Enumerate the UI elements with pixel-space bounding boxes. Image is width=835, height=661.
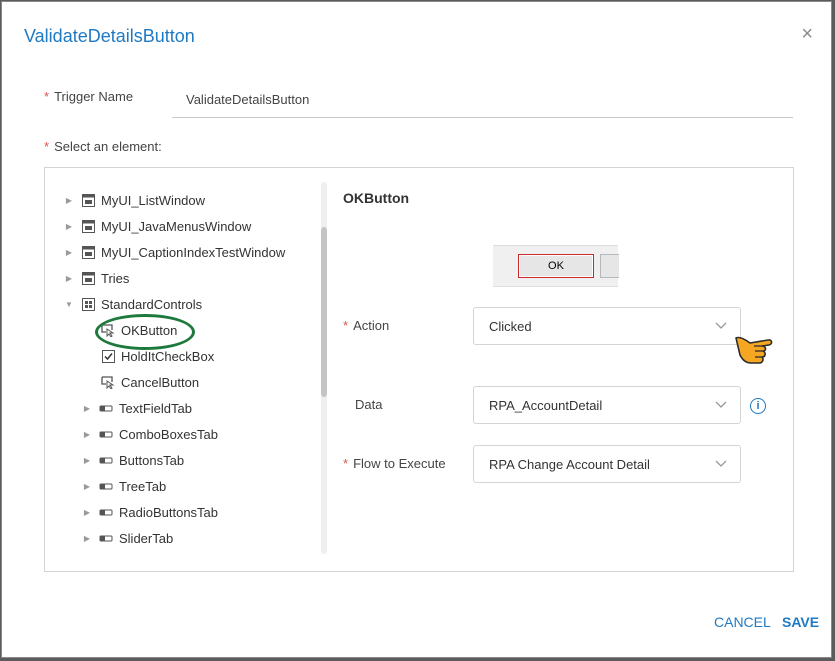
tree-item[interactable]: ▶ TreeTab — [81, 475, 166, 497]
tree-item[interactable]: ▶ MyUI_ListWindow — [63, 189, 205, 211]
tree-item-label: ComboBoxesTab — [119, 426, 218, 442]
element-panel: ▶ MyUI_ListWindow ▶ MyUI_JavaMenusWindow… — [44, 167, 794, 572]
tree-item-label: RadioButtonsTab — [119, 504, 219, 520]
action-label-text: Action — [353, 318, 390, 333]
tree-item-label: CancelButton — [121, 374, 200, 390]
tree-item[interactable]: ▶ MyUI_CaptionIndexTestWindow — [63, 241, 285, 263]
tab-icon — [99, 505, 113, 519]
cancel-button[interactable]: CANCEL — [714, 614, 771, 630]
tree-item-label: HoldItCheckBox — [121, 348, 215, 364]
select-element-label-text: Select an element: — [54, 139, 162, 154]
required-mark: * — [44, 89, 50, 104]
element-details-title: OKButton — [343, 190, 410, 206]
trigger-dialog: ValidateDetailsButton × * Trigger Name * S… — [1, 1, 832, 658]
chevron-down-icon — [714, 456, 728, 473]
tab-icon — [99, 479, 113, 493]
tree-item[interactable]: ▶ ComboBoxesTab — [81, 423, 218, 445]
checkbox-icon — [101, 349, 115, 363]
tree-item[interactable]: ▶ TextFieldTab — [81, 397, 192, 419]
tree-item-label: TextFieldTab — [119, 400, 192, 416]
chevron-right-icon[interactable]: ▶ — [81, 534, 93, 543]
trigger-name-input[interactable] — [172, 82, 793, 118]
tree-scrollbar[interactable] — [321, 182, 327, 554]
data-value: RPA_AccountDetail — [489, 397, 603, 413]
tab-icon — [99, 427, 113, 441]
data-label: Data — [355, 397, 383, 412]
tree-item-label: Tries — [101, 270, 130, 286]
select-element-label: * Select an element: — [44, 139, 162, 154]
flow-dropdown[interactable]: RPA Change Account Detail — [473, 445, 741, 483]
chevron-right-icon[interactable]: ▶ — [63, 196, 75, 205]
tree-item-label: ButtonsTab — [119, 452, 185, 468]
tab-icon — [99, 401, 113, 415]
tab-icon — [99, 453, 113, 467]
chevron-right-icon[interactable]: ▶ — [81, 456, 93, 465]
tree-item[interactable]: ▶ ButtonsTab — [81, 449, 184, 471]
chevron-right-icon[interactable]: ▶ — [81, 404, 93, 413]
close-icon[interactable]: × — [801, 24, 813, 44]
window-icon — [81, 219, 95, 233]
pointing-hand-icon — [734, 332, 778, 375]
tree-item-label: OKButton — [121, 322, 178, 338]
required-mark: * — [343, 318, 349, 333]
chevron-right-icon[interactable]: ▶ — [81, 508, 93, 517]
trigger-name-label: * Trigger Name — [44, 89, 133, 104]
tree-item-label: MyUI_CaptionIndexTestWindow — [101, 244, 286, 260]
dialog-title: ValidateDetailsButton — [24, 26, 195, 46]
scrollbar-thumb[interactable] — [321, 227, 327, 397]
chevron-right-icon[interactable]: ▶ — [63, 222, 75, 231]
action-label: * Action — [343, 318, 389, 333]
window-icon — [81, 193, 95, 207]
save-button[interactable]: SAVE — [782, 614, 819, 630]
tree-item[interactable]: ▶ SliderTab — [81, 527, 173, 549]
chevron-right-icon[interactable]: ▶ — [63, 248, 75, 257]
chevron-down-icon — [714, 397, 728, 414]
tree-item-selected[interactable]: OKButton — [95, 319, 177, 341]
tab-icon — [99, 531, 113, 545]
tree-item-label: SliderTab — [119, 530, 174, 546]
required-mark: * — [343, 456, 349, 471]
chevron-right-icon[interactable]: ▶ — [81, 482, 93, 491]
tree-item[interactable]: ▶ MyUI_JavaMenusWindow — [63, 215, 251, 237]
required-mark: * — [44, 139, 50, 154]
chevron-down-icon — [714, 318, 728, 335]
button-cursor-icon — [101, 375, 115, 389]
grid-icon — [81, 297, 95, 311]
tree-item[interactable]: CancelButton — [95, 371, 199, 393]
action-dropdown[interactable]: Clicked — [473, 307, 741, 345]
tree-item[interactable]: ▶ Tries — [63, 267, 129, 289]
tree-item-label: TreeTab — [119, 478, 167, 494]
trigger-name-label-text: Trigger Name — [54, 89, 134, 104]
tree-item-label: MyUI_ListWindow — [101, 192, 206, 208]
tree-item-label: StandardControls — [101, 296, 203, 312]
flow-label: * Flow to Execute — [343, 456, 446, 471]
window-icon — [81, 271, 95, 285]
tree-item-label: MyUI_JavaMenusWindow — [101, 218, 252, 234]
tree-item[interactable]: ▼ StandardControls — [63, 293, 202, 315]
tree-item[interactable]: ▶ RadioButtonsTab — [81, 501, 218, 523]
info-icon[interactable]: i — [750, 398, 766, 414]
flow-label-text: Flow to Execute — [353, 456, 446, 471]
tree-item[interactable]: HoldItCheckBox — [95, 345, 214, 367]
chevron-down-icon[interactable]: ▼ — [63, 300, 75, 309]
element-tree: ▶ MyUI_ListWindow ▶ MyUI_JavaMenusWindow… — [45, 168, 327, 571]
action-value: Clicked — [489, 318, 532, 334]
element-preview: OK — [493, 245, 619, 287]
window-icon — [81, 245, 95, 259]
chevron-right-icon[interactable]: ▶ — [63, 274, 75, 283]
chevron-right-icon[interactable]: ▶ — [81, 430, 93, 439]
preview-cancel-button — [600, 254, 619, 278]
button-cursor-icon — [101, 323, 115, 337]
flow-value: RPA Change Account Detail — [489, 456, 650, 472]
preview-ok-button: OK — [518, 254, 594, 278]
data-dropdown[interactable]: RPA_AccountDetail — [473, 386, 741, 424]
